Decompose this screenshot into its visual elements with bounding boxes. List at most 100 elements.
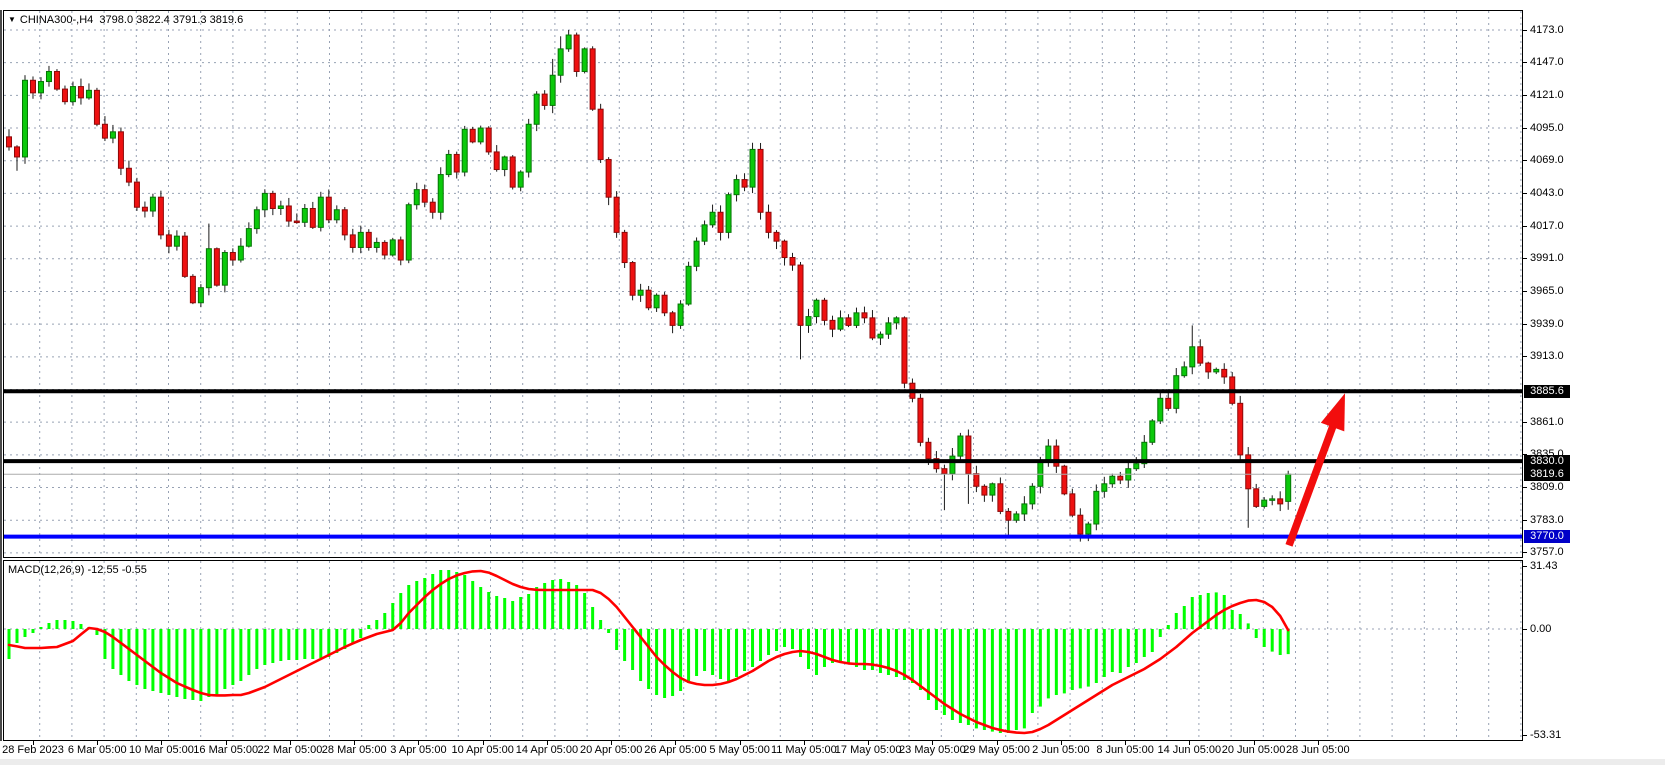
candle	[1262, 497, 1267, 508]
bull-candle-body	[46, 71, 51, 81]
candle	[694, 237, 699, 271]
candle	[1054, 439, 1059, 472]
bull-candle-body	[958, 436, 963, 456]
candle	[278, 201, 283, 215]
candle	[550, 59, 555, 113]
macd-histogram-bar	[303, 629, 306, 659]
bear-candle-body	[1078, 515, 1083, 534]
bear-candle-body	[7, 137, 12, 147]
macd-histogram-bar	[631, 629, 634, 670]
price-axis-label: 3861.0	[1530, 416, 1564, 429]
candle	[222, 250, 227, 292]
macd-histogram-bar	[47, 623, 50, 629]
candle	[534, 91, 539, 131]
macd-histogram-bar	[1111, 629, 1114, 672]
macd-histogram-bar	[1151, 629, 1154, 652]
macd-histogram-bar	[431, 574, 434, 629]
candle	[958, 433, 963, 463]
candle	[270, 191, 275, 215]
bull-candle-body	[750, 149, 755, 187]
macd-histogram-bar	[679, 629, 682, 691]
price-axis-tick	[1523, 552, 1527, 553]
bear-candle-body	[782, 241, 787, 257]
price-axis-tick	[1523, 520, 1527, 521]
candle	[918, 394, 923, 446]
main-chart-canvas[interactable]	[3, 10, 1523, 558]
bear-candle-body	[486, 128, 491, 152]
macd-histogram-bar	[1127, 629, 1130, 667]
bear-candle-body	[350, 235, 355, 248]
bear-candle-body	[182, 236, 187, 276]
price-axis-label: 4173.0	[1530, 24, 1564, 37]
macd-histogram-bar	[1183, 606, 1186, 629]
time-axis-label: 16 Mar 05:00	[193, 744, 258, 756]
bear-candle-body	[942, 469, 947, 474]
up-arrow-annotation[interactable]	[1289, 393, 1345, 545]
macd-histogram-bar	[743, 629, 746, 671]
macd-axis-label: 0.00	[1530, 623, 1551, 636]
time-axis-label: 28 Jun 05:00	[1286, 744, 1350, 756]
macd-axis-label: -53.31	[1530, 729, 1561, 742]
bear-candle-body	[870, 318, 875, 338]
candle	[14, 145, 19, 171]
bull-candle-body	[734, 180, 739, 195]
timeframe: H4	[79, 14, 93, 26]
macd-histogram-bar	[1031, 629, 1034, 713]
macd-histogram-bar	[287, 629, 290, 660]
price-axis-label: 3757.0	[1530, 546, 1564, 559]
bull-candle-body	[806, 317, 811, 326]
bear-candle-body	[918, 398, 923, 442]
macd-histogram-bar	[79, 624, 82, 629]
price-axis-label: 4017.0	[1530, 220, 1564, 233]
candle	[966, 429, 971, 503]
bear-candle-body	[598, 109, 603, 159]
candle	[150, 194, 155, 217]
macd-indicator-canvas[interactable]	[3, 560, 1523, 741]
bear-candle-body	[54, 71, 59, 89]
candle	[46, 66, 51, 87]
macd-histogram-bar	[855, 629, 858, 667]
candle	[742, 173, 747, 191]
candle	[1182, 361, 1187, 377]
candle	[902, 316, 907, 388]
bear-candle-body	[1118, 476, 1123, 480]
bear-candle-body	[590, 49, 595, 109]
macd-histogram-bar	[575, 585, 578, 629]
macd-main-value: -12.55	[87, 564, 118, 576]
candle	[542, 90, 547, 110]
bull-candle-body	[558, 49, 563, 75]
candle	[310, 202, 315, 229]
price-badge: 3830.0	[1524, 455, 1570, 468]
candle	[1150, 419, 1155, 445]
candle	[758, 143, 763, 220]
candle	[206, 224, 211, 296]
bull-candle-body	[1150, 421, 1155, 442]
macd-histogram-bar	[1143, 629, 1146, 657]
bear-candle-body	[1070, 494, 1075, 515]
price-axis-tick	[1523, 422, 1527, 423]
candle	[1022, 496, 1027, 521]
bear-candle-body	[830, 320, 835, 329]
bear-candle-body	[430, 202, 435, 212]
price-badge: 3819.6	[1524, 468, 1570, 481]
time-axis-label: 5 May 05:00	[709, 744, 770, 756]
macd-histogram-bar	[1079, 629, 1082, 688]
time-axis[interactable]: 28 Feb 20236 Mar 05:0010 Mar 05:0016 Mar…	[3, 741, 1523, 759]
macd-histogram-bar	[551, 580, 554, 629]
price-axis[interactable]: 4173.04147.04121.04095.04069.04043.04017…	[1523, 0, 1665, 765]
bull-candle-body	[854, 313, 859, 326]
symbol-dropdown-icon[interactable]: ▼	[8, 15, 16, 24]
bull-candle-body	[990, 484, 995, 495]
candle	[126, 161, 131, 187]
macd-histogram-bar	[439, 570, 442, 629]
time-axis-label: 10 Apr 05:00	[451, 744, 513, 756]
candle	[766, 205, 771, 239]
time-axis-label: 17 May 05:00	[835, 744, 902, 756]
macd-histogram-bar	[671, 629, 674, 696]
candle	[110, 125, 115, 143]
bear-candle-body	[790, 258, 795, 266]
candle	[782, 240, 787, 266]
bull-candle-body	[374, 242, 379, 247]
time-axis-label: 23 May 05:00	[899, 744, 966, 756]
macd-histogram-bar	[1287, 629, 1290, 654]
